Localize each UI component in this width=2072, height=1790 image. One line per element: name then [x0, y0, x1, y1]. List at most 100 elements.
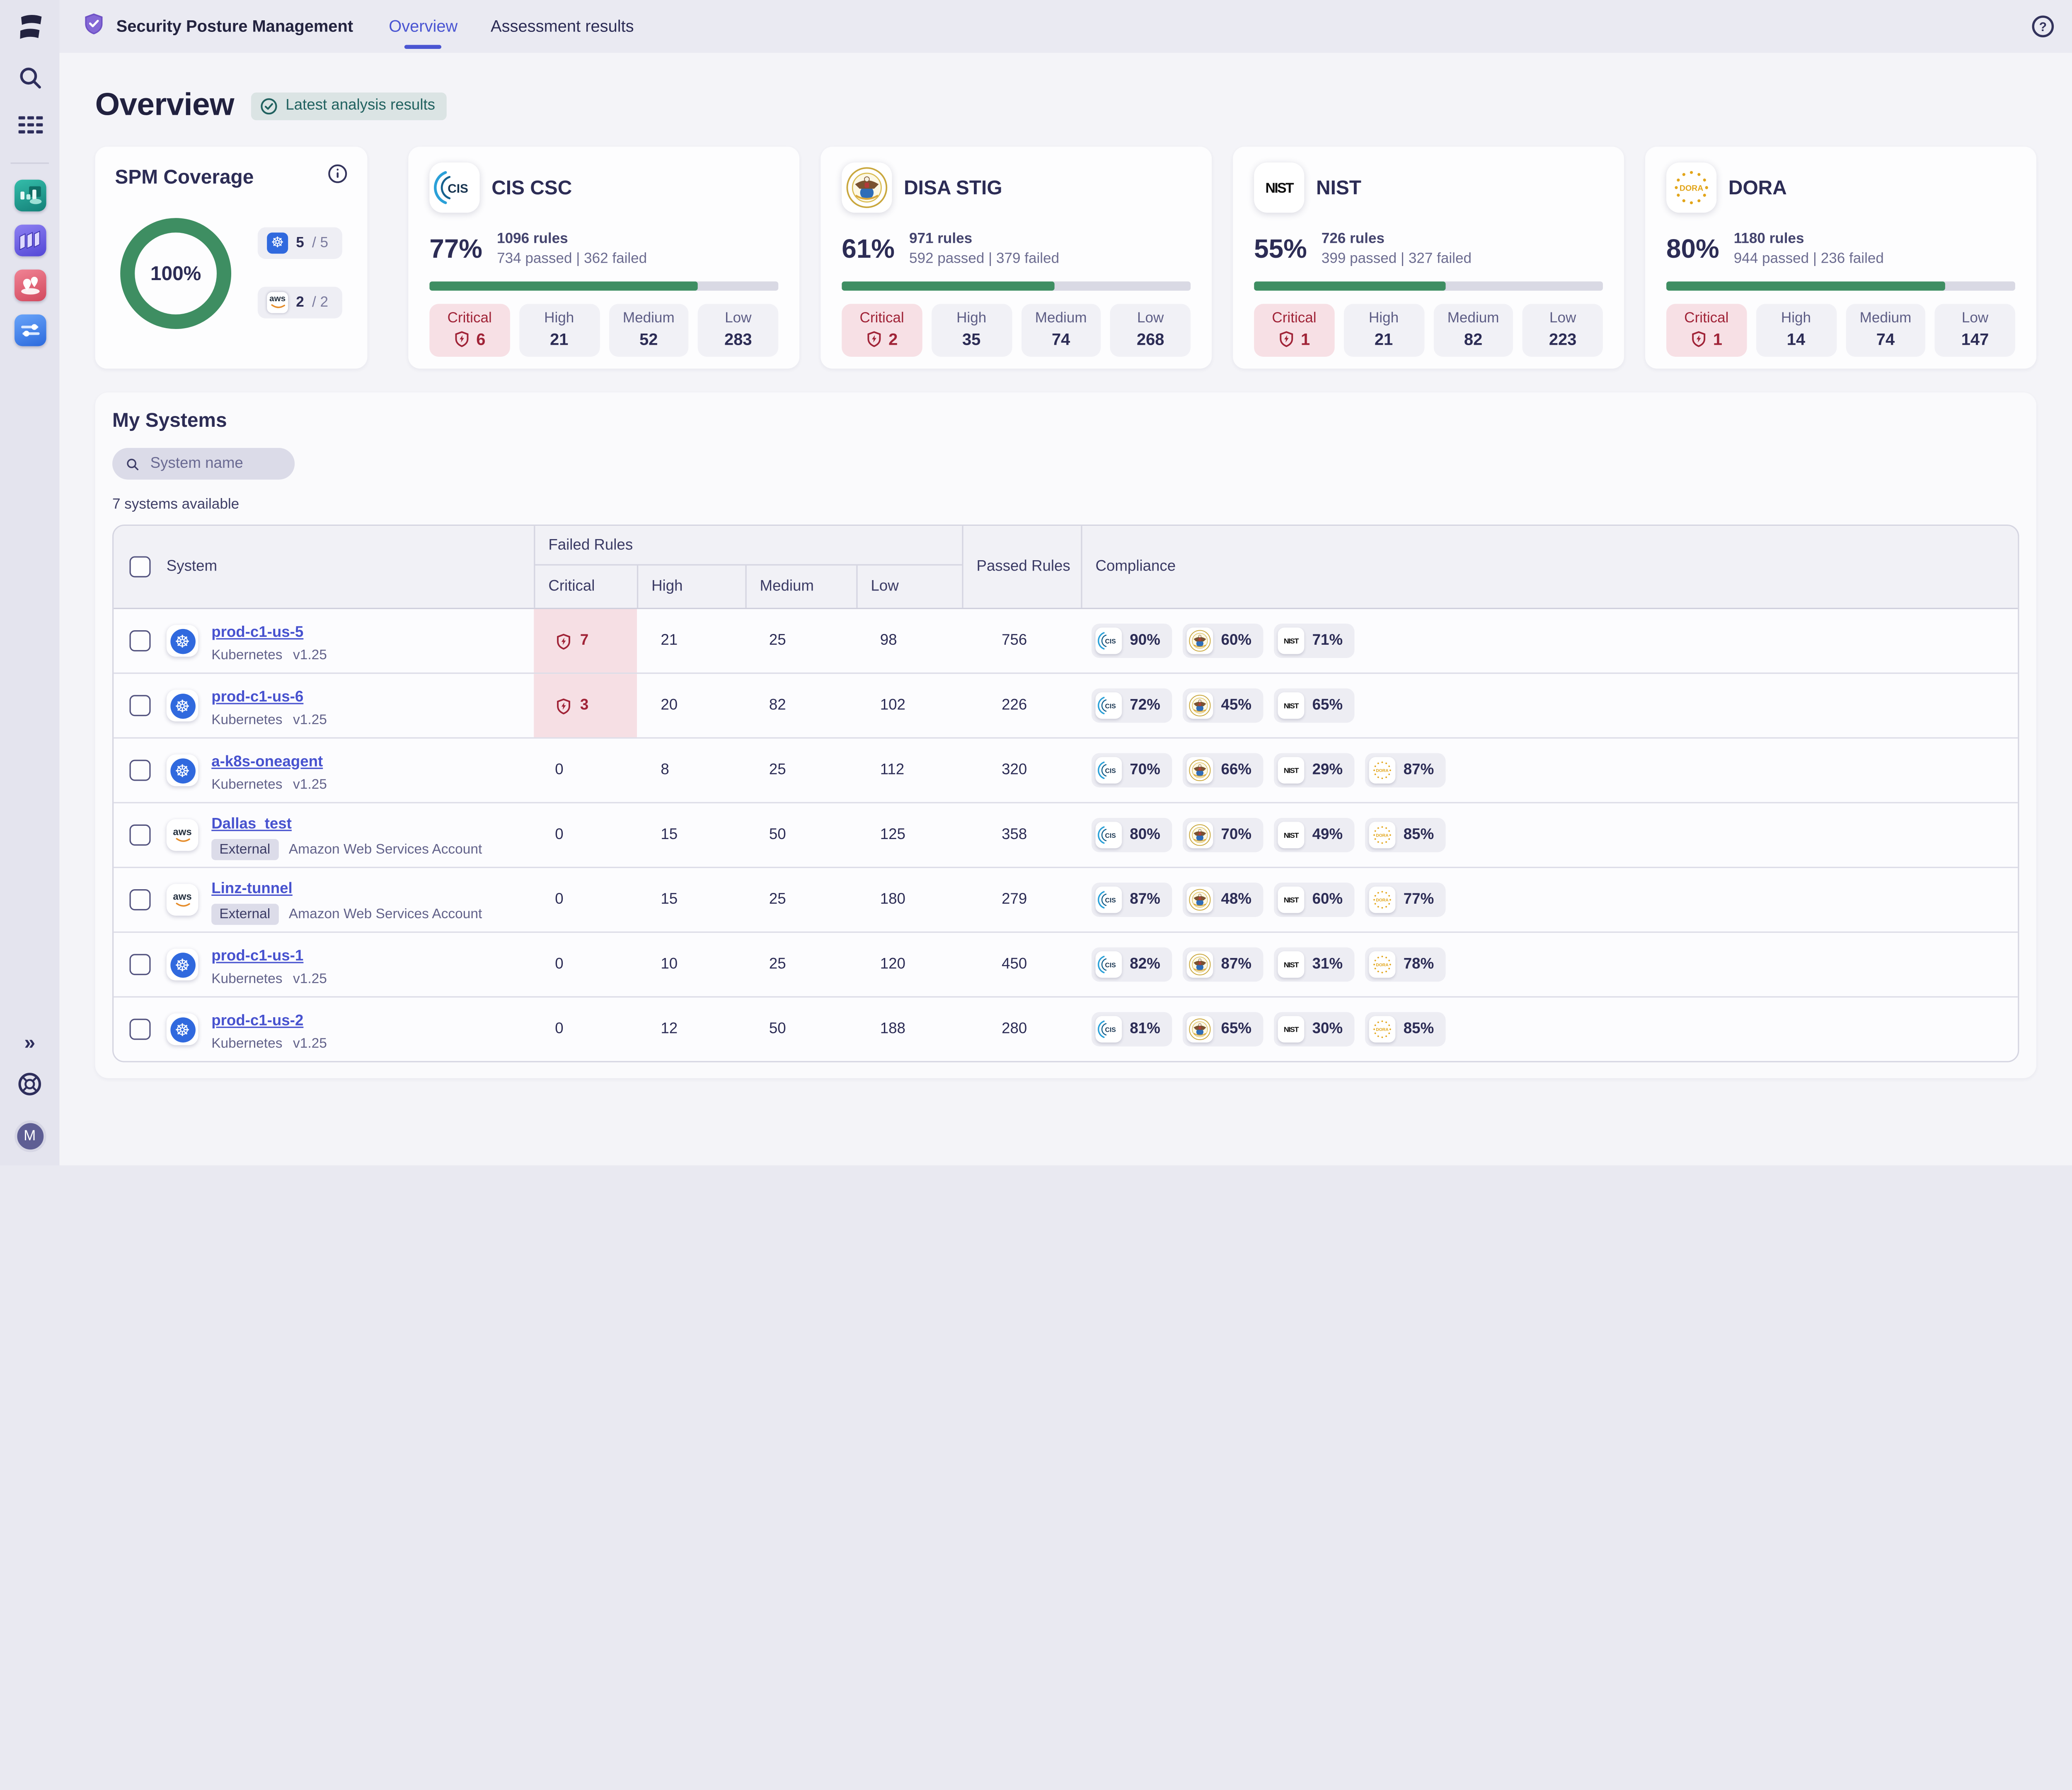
col-high[interactable]: High: [637, 566, 745, 608]
system-link[interactable]: Dallas_test: [211, 816, 292, 832]
system-link[interactable]: prod-c1-us-2: [211, 1013, 303, 1028]
severity-low[interactable]: Low268: [1110, 304, 1191, 357]
compliance-chip-cis[interactable]: 82%: [1092, 947, 1172, 982]
compliance-chip-dora[interactable]: 85%: [1365, 1012, 1446, 1047]
row-checkbox[interactable]: [130, 1019, 151, 1040]
info-icon[interactable]: [328, 164, 348, 190]
compliance-chip-cis[interactable]: 80%: [1092, 818, 1172, 852]
kubernetes-coverage-chip: ☸ 5 / 5: [258, 227, 342, 259]
passed-count: 450: [962, 957, 1081, 972]
framework-rules: 726 rules 399 passed | 327 failed: [1322, 230, 1472, 271]
severity-critical[interactable]: Critical 2: [842, 304, 922, 357]
col-medium[interactable]: Medium: [745, 566, 856, 608]
expand-rail-icon[interactable]: »: [24, 1032, 35, 1054]
compliance-chip-nist[interactable]: 65%: [1274, 688, 1355, 723]
compliance-chip-nist[interactable]: 29%: [1274, 753, 1355, 788]
search-icon[interactable]: [17, 65, 43, 98]
compliance-chip-disa[interactable]: 70%: [1183, 818, 1264, 852]
table-row: ☸ prod-c1-us-1 Kubernetesv1.25 0 10 25 1…: [114, 931, 2018, 996]
severity-medium[interactable]: Medium52: [608, 304, 689, 357]
compliance-chip-dora[interactable]: 87%: [1365, 753, 1446, 788]
col-passed-rules[interactable]: Passed Rules: [962, 526, 1081, 608]
compliance-cell: 87% 48% 60% 77%: [1081, 883, 2018, 917]
system-link[interactable]: prod-c1-us-1: [211, 948, 303, 964]
severity-medium[interactable]: Medium74: [1021, 304, 1101, 357]
compliance-chip-disa[interactable]: 60%: [1183, 624, 1264, 658]
high-count: 8: [637, 762, 745, 778]
critical-count: 0: [534, 998, 637, 1061]
compliance-chip-disa[interactable]: 66%: [1183, 753, 1264, 788]
user-avatar[interactable]: M: [14, 1120, 46, 1152]
row-checkbox[interactable]: [130, 825, 151, 846]
severity-medium[interactable]: Medium74: [1845, 304, 1926, 357]
search-input[interactable]: [148, 455, 281, 473]
select-all-checkbox[interactable]: [130, 556, 151, 577]
compliance-chip-cis[interactable]: 90%: [1092, 624, 1172, 658]
passed-count: 320: [962, 762, 1081, 778]
severity-low[interactable]: Low283: [698, 304, 778, 357]
geolocation-app-icon[interactable]: [14, 270, 46, 302]
compliance-chip-disa[interactable]: 48%: [1183, 883, 1264, 917]
compliance-chip-cis[interactable]: 81%: [1092, 1012, 1172, 1047]
compliance-chip-nist[interactable]: 31%: [1274, 947, 1355, 982]
medium-count: 50: [745, 827, 856, 843]
passed-count: 756: [962, 633, 1081, 648]
col-critical[interactable]: Critical: [534, 566, 637, 608]
severity-high[interactable]: High21: [519, 304, 599, 357]
severity-high[interactable]: High21: [1343, 304, 1424, 357]
support-lifebuoy-icon[interactable]: [17, 1072, 42, 1103]
compliance-cell: 70% 66% 29% 87%: [1081, 753, 2018, 788]
col-system[interactable]: System: [167, 526, 534, 608]
dashboards-app-icon[interactable]: [14, 180, 46, 212]
settings-app-icon[interactable]: [14, 314, 46, 346]
compliance-chip-cis[interactable]: 87%: [1092, 883, 1172, 917]
tab-assessment-results[interactable]: Assessment results: [491, 0, 634, 53]
system-link[interactable]: prod-c1-us-5: [211, 624, 303, 640]
severity-medium[interactable]: Medium82: [1433, 304, 1513, 357]
compliance-chip-disa[interactable]: 87%: [1183, 947, 1264, 982]
severity-low[interactable]: Low147: [1935, 304, 2015, 357]
help-icon[interactable]: ?: [2031, 15, 2055, 45]
low-count: 120: [856, 957, 962, 972]
cis-logo-icon: [429, 162, 479, 213]
kubernetes-icon: ☸: [167, 1014, 198, 1045]
tab-overview[interactable]: Overview: [389, 0, 457, 53]
system-link[interactable]: Linz-tunnel: [211, 880, 293, 896]
compliance-chip-nist[interactable]: 71%: [1274, 624, 1355, 658]
compliance-chip-nist[interactable]: 60%: [1274, 883, 1355, 917]
compliance-chip-dora[interactable]: 77%: [1365, 883, 1446, 917]
col-low[interactable]: Low: [856, 566, 962, 608]
apps-grid-icon[interactable]: [17, 114, 43, 144]
severity-high[interactable]: High14: [1756, 304, 1836, 357]
row-checkbox[interactable]: [130, 630, 151, 651]
system-search[interactable]: [112, 448, 295, 480]
system-link[interactable]: a-k8s-oneagent: [211, 754, 323, 769]
compliance-chip-dora[interactable]: 85%: [1365, 818, 1446, 852]
compliance-cell: 72% 45% 65%: [1081, 688, 2018, 723]
table-row: aws Linz-tunnel ExternalAmazon Web Servi…: [114, 867, 2018, 931]
systems-count: 7 systems available: [112, 497, 2019, 513]
compliance-chip-disa[interactable]: 65%: [1183, 1012, 1264, 1047]
system-link[interactable]: prod-c1-us-6: [211, 689, 303, 705]
compliance-chip-cis[interactable]: 72%: [1092, 688, 1172, 723]
severity-critical[interactable]: Critical 6: [429, 304, 510, 357]
row-checkbox[interactable]: [130, 695, 151, 716]
compliance-chip-nist[interactable]: 49%: [1274, 818, 1355, 852]
severity-low[interactable]: Low223: [1523, 304, 1603, 357]
compliance-chip-dora[interactable]: 78%: [1365, 947, 1446, 982]
row-checkbox[interactable]: [130, 760, 151, 781]
compliance-chip-disa[interactable]: 45%: [1183, 688, 1264, 723]
severity-critical[interactable]: Critical 1: [1666, 304, 1747, 357]
dynatrace-logo-icon[interactable]: [15, 13, 44, 49]
workflows-app-icon[interactable]: [14, 225, 46, 256]
table-row: ☸ prod-c1-us-2 Kubernetesv1.25 0 12 50 1…: [114, 996, 2018, 1061]
col-compliance[interactable]: Compliance: [1081, 526, 2018, 608]
compliance-chip-cis[interactable]: 70%: [1092, 753, 1172, 788]
row-checkbox[interactable]: [130, 889, 151, 910]
severity-critical[interactable]: Critical 1: [1254, 304, 1334, 357]
row-checkbox[interactable]: [130, 954, 151, 975]
aws-icon: aws: [167, 884, 198, 916]
aws-icon: aws: [267, 292, 288, 313]
compliance-chip-nist[interactable]: 30%: [1274, 1012, 1355, 1047]
severity-high[interactable]: High35: [931, 304, 1012, 357]
